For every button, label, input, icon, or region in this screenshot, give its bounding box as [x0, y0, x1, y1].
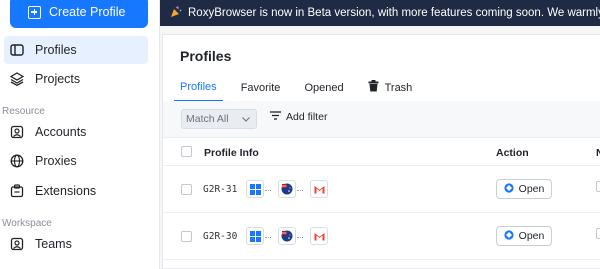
sidebar-item-label: Projects	[35, 72, 81, 86]
tab-label: Favorite	[240, 81, 281, 94]
profile-code: G2R-31	[203, 184, 238, 195]
connector-dots	[297, 190, 303, 191]
sidebar-item-projects[interactable]: Projects	[4, 65, 148, 93]
create-profile-button[interactable]: Create Profile	[10, 0, 148, 28]
row-checkbox[interactable]	[181, 184, 192, 195]
filter-icon	[270, 111, 281, 123]
beta-banner: RoxyBrowser is now in Beta version, with…	[160, 0, 600, 26]
open-button-label: Open	[518, 183, 545, 195]
sidebar-item-proxies[interactable]: Proxies	[4, 147, 148, 175]
connector-dots	[297, 237, 303, 238]
tab-trash[interactable]: Trash	[368, 79, 413, 102]
sidebar-item-label: Extensions	[35, 184, 97, 198]
sidebar-item-label: Teams	[35, 237, 72, 251]
add-filter-label: Add filter	[286, 111, 328, 123]
table-row[interactable]: G2R-31 Open	[163, 166, 600, 213]
connector-dots	[265, 190, 271, 191]
globe-icon	[10, 154, 24, 168]
sidebar-item-label: Profiles	[35, 43, 77, 57]
profiles-icon	[10, 43, 24, 57]
tab-favorite[interactable]: Favorite	[241, 79, 281, 102]
row-checkbox[interactable]	[181, 231, 192, 242]
layers-icon	[10, 72, 24, 86]
match-select-value: Match All	[186, 113, 229, 125]
truncated-column-checkbox[interactable]	[596, 228, 600, 239]
create-profile-label: Create Profile	[49, 5, 126, 19]
team-icon	[10, 237, 24, 251]
sidebar-item-label: Proxies	[35, 154, 77, 168]
banner-text: RoxyBrowser is now in Beta version, with…	[188, 7, 600, 19]
open-button[interactable]: Open	[496, 226, 552, 246]
sidebar: Create Profile Profiles Projects Resourc…	[0, 0, 160, 269]
country-flag-icon	[278, 227, 296, 245]
filter-toolbar: Match All Add filter	[163, 101, 600, 138]
table-row[interactable]: G2R-30 Open	[163, 213, 600, 260]
add-filter-button[interactable]: Add filter	[270, 111, 327, 123]
tab-bar: Profiles Favorite Opened Trash	[174, 79, 436, 102]
party-icon	[170, 5, 182, 21]
sidebar-item-label: Accounts	[35, 125, 87, 139]
account-icon	[10, 125, 24, 139]
profiles-table: Profile Info Action N G2R-31 Open G2R-30…	[163, 138, 600, 260]
windows-icon	[246, 180, 264, 198]
profiles-panel: Profiles Profiles Favorite Opened Trash …	[162, 34, 600, 269]
plus-icon	[28, 5, 41, 19]
sidebar-item-extensions[interactable]: Extensions	[4, 177, 148, 205]
select-all-checkbox[interactable]	[181, 146, 192, 157]
open-button-label: Open	[518, 230, 545, 242]
gmail-icon	[310, 227, 328, 245]
tab-profiles[interactable]: Profiles	[174, 79, 223, 102]
match-select[interactable]: Match All	[181, 109, 257, 129]
gmail-icon	[310, 180, 328, 198]
section-label-workspace: Workspace	[2, 218, 52, 229]
table-header-row: Profile Info Action N	[163, 138, 600, 166]
browser-icon	[504, 182, 514, 196]
windows-icon	[246, 227, 264, 245]
browser-icon	[504, 229, 514, 243]
page-title: Profiles	[180, 48, 232, 64]
tab-opened[interactable]: Opened	[304, 79, 343, 102]
sidebar-item-teams[interactable]: Teams	[4, 230, 148, 258]
tab-label: Trash	[384, 81, 413, 94]
tab-label: Opened	[304, 81, 344, 94]
header-action: Action	[496, 147, 529, 159]
truncated-column-checkbox[interactable]	[596, 181, 600, 192]
header-profile-info: Profile Info	[204, 147, 259, 159]
chevron-down-icon	[242, 113, 250, 125]
open-button[interactable]: Open	[496, 179, 552, 199]
connector-dots	[265, 237, 271, 238]
sidebar-item-profiles[interactable]: Profiles	[4, 36, 148, 64]
header-truncated: N	[596, 147, 600, 159]
trash-icon	[368, 80, 379, 95]
extension-icon	[10, 184, 24, 198]
section-label-resource: Resource	[2, 106, 45, 117]
country-flag-icon	[278, 180, 296, 198]
profile-code: G2R-30	[203, 231, 238, 242]
sidebar-item-accounts[interactable]: Accounts	[4, 118, 148, 146]
tab-label: Profiles	[180, 80, 217, 93]
